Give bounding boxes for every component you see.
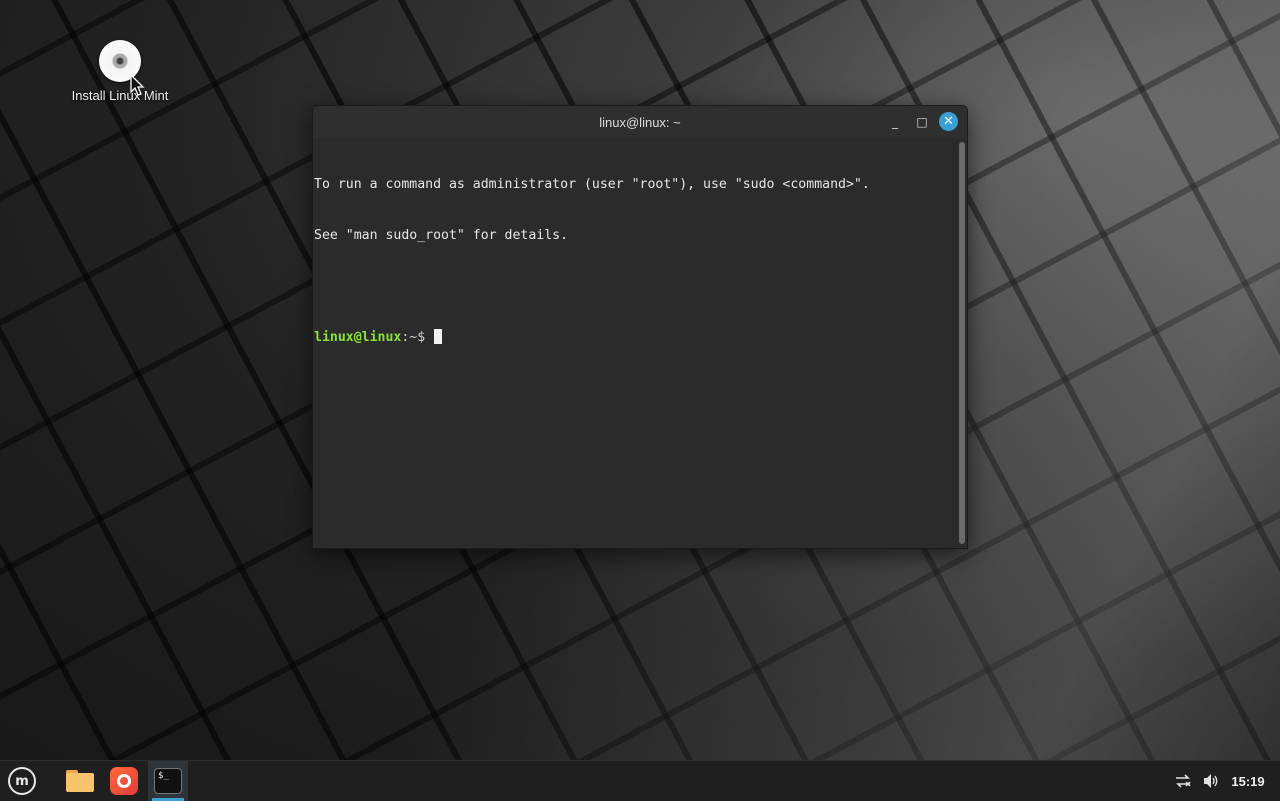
prompt-user: linux@linux	[314, 330, 402, 345]
linux-mint-menu-icon: m	[8, 767, 36, 795]
terminal-launcher[interactable]: $_	[148, 761, 188, 801]
network-disconnected-icon	[1176, 774, 1191, 788]
taskbar: m $_ 15:19	[0, 760, 1280, 801]
terminal-line: To run a command as administrator (user …	[314, 177, 870, 192]
mouse-pointer-icon	[130, 74, 145, 96]
terminal-output[interactable]: To run a command as administrator (user …	[313, 138, 957, 548]
close-button[interactable]: ✕	[939, 112, 958, 131]
terminal-scrollbar[interactable]	[959, 142, 965, 544]
desktop: Install Linux Mint linux@linux: ~ _ □ ✕ …	[0, 0, 1280, 760]
prompt-path: :~$	[401, 330, 426, 345]
minimize-button[interactable]: _	[885, 112, 905, 132]
desktop-icon-label: Install Linux Mint	[71, 88, 169, 103]
clock[interactable]: 15:19	[1226, 761, 1270, 801]
terminal-line: See "man sudo_root" for details.	[314, 228, 569, 243]
volume-icon	[1204, 774, 1218, 788]
close-icon: ✕	[943, 114, 954, 129]
web-browser-launcher[interactable]	[104, 761, 144, 801]
folder-icon	[66, 770, 94, 792]
maximize-icon: □	[916, 115, 928, 129]
text-cursor	[434, 329, 443, 344]
browser-icon	[110, 767, 138, 795]
window-title: linux@linux: ~	[599, 114, 681, 130]
maximize-button[interactable]: □	[912, 112, 932, 132]
scrollbar-thumb[interactable]	[959, 142, 965, 544]
files-launcher[interactable]	[60, 761, 100, 801]
terminal-window[interactable]: linux@linux: ~ _ □ ✕ To run a command as…	[312, 105, 968, 549]
network-tray-button[interactable]	[1170, 761, 1196, 801]
terminal-prompt-line[interactable]: linux@linux:~$	[314, 329, 956, 346]
start-menu-button[interactable]: m	[4, 761, 40, 801]
clock-time: 15:19	[1231, 773, 1265, 789]
terminal-icon: $_	[154, 768, 182, 794]
terminal-titlebar[interactable]: linux@linux: ~ _ □ ✕	[313, 106, 967, 138]
minimize-icon: _	[892, 115, 898, 129]
volume-tray-button[interactable]	[1198, 761, 1224, 801]
desktop-icon-install-linux-mint[interactable]: Install Linux Mint	[60, 40, 180, 103]
